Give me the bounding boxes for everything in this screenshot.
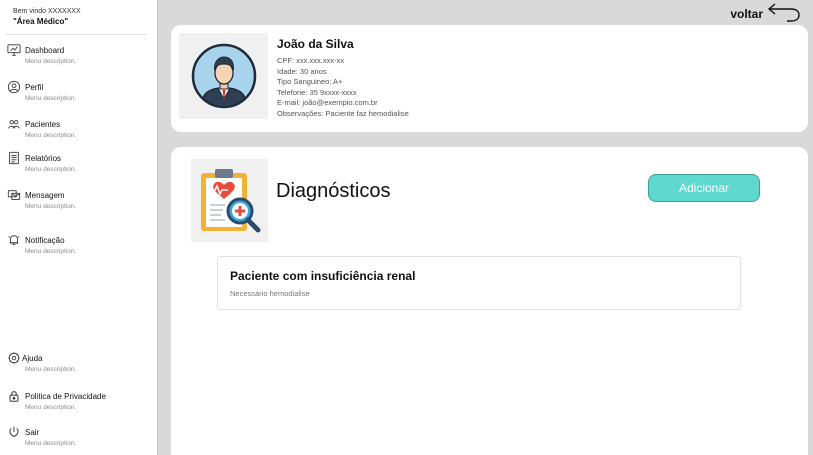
sidebar-item-pacientes[interactable]: Pacientes Menu description. bbox=[6, 116, 154, 144]
welcome-block: Bem vindo XXXXXXX "Área Médico" bbox=[13, 8, 81, 26]
diagnostics-image bbox=[191, 159, 268, 242]
sidebar-item-label: Pacientes bbox=[25, 120, 61, 129]
sidebar-item-ajuda[interactable]: Ajuda Menu description. bbox=[6, 350, 154, 378]
patient-phone: Telefone: 35 9xxxx-xxxx bbox=[277, 87, 357, 97]
help-icon bbox=[6, 350, 22, 366]
dashboard-icon bbox=[6, 42, 22, 58]
sidebar-item-desc: Menu description. bbox=[25, 58, 77, 65]
sidebar-item-desc: Menu description. bbox=[25, 132, 77, 139]
lock-icon bbox=[6, 388, 22, 404]
back-arrow-icon bbox=[767, 1, 801, 28]
back-label: voltar bbox=[730, 7, 763, 21]
sidebar-item-desc: Menu description. bbox=[25, 404, 77, 411]
diagnosis-title: Paciente com insuficiência renal bbox=[230, 269, 416, 283]
diagnostics-card: Diagnósticos Adicionar Paciente com insu… bbox=[171, 147, 808, 455]
message-icon bbox=[6, 187, 22, 203]
welcome-text: Bem vindo XXXXXXX bbox=[13, 8, 81, 15]
sidebar-item-label: Dashboard bbox=[25, 46, 65, 55]
avatar bbox=[179, 33, 268, 119]
sidebar-item-label: Mensagem bbox=[25, 191, 65, 200]
patients-icon bbox=[6, 116, 22, 132]
sidebar-item-label: Notificação bbox=[25, 236, 65, 245]
sidebar-item-relatorios[interactable]: Relatórios Menu description. bbox=[6, 150, 154, 178]
bell-icon bbox=[6, 232, 22, 248]
sidebar-item-desc: Menu description. bbox=[25, 203, 77, 210]
sidebar-item-privacidade[interactable]: Politica de Privacidade Menu description… bbox=[6, 388, 154, 416]
power-icon bbox=[6, 424, 22, 440]
patient-blood-type: Tipo Sanguineo: A+ bbox=[277, 77, 343, 86]
patient-info: João da Silva CPF: xxx.xxx.xxx-xx Idade:… bbox=[277, 37, 409, 119]
clipboard-diagnosis-icon bbox=[200, 168, 260, 232]
add-diagnosis-button[interactable]: Adicionar bbox=[648, 174, 760, 202]
diagnosis-item[interactable]: Paciente com insuficiência renal Necessá… bbox=[217, 256, 741, 310]
diagnosis-description: Necessário hemodialise bbox=[230, 289, 310, 298]
patient-name: João da Silva bbox=[277, 37, 354, 51]
area-title: "Área Médico" bbox=[13, 17, 69, 26]
sidebar-item-dashboard[interactable]: Dashboard Menu description. bbox=[6, 42, 154, 70]
patient-cpf: CPF: xxx.xxx.xxx-xx bbox=[277, 56, 345, 65]
patient-avatar-icon bbox=[191, 43, 256, 109]
sidebar-item-desc: Menu description. bbox=[25, 248, 77, 255]
reports-icon bbox=[6, 150, 22, 166]
sidebar-item-perfil[interactable]: Perfil Menu description. bbox=[6, 79, 154, 107]
sidebar-item-label: Sair bbox=[25, 428, 40, 437]
sidebar-item-desc: Menu description. bbox=[25, 366, 77, 373]
patient-notes: Observações: Paciente faz hemodialise bbox=[277, 108, 409, 118]
sidebar-item-desc: Menu description. bbox=[25, 440, 77, 447]
sidebar-item-mensagem[interactable]: Mensagem Menu description. bbox=[6, 187, 154, 215]
sidebar-item-label: Politica de Privacidade bbox=[25, 392, 106, 401]
sidebar-item-desc: Menu description. bbox=[25, 166, 77, 173]
profile-icon bbox=[6, 79, 22, 95]
patient-card: João da Silva CPF: xxx.xxx.xxx-xx Idade:… bbox=[171, 25, 808, 132]
back-button[interactable]: voltar bbox=[730, 2, 801, 26]
diagnostics-title: Diagnósticos bbox=[276, 180, 391, 202]
divider bbox=[6, 34, 147, 35]
patient-age: Idade: 30 anos bbox=[277, 66, 327, 76]
sidebar-item-label: Ajuda bbox=[22, 354, 43, 363]
sidebar-item-desc: Menu description. bbox=[25, 95, 77, 102]
sidebar-item-sair[interactable]: Sair Menu description. bbox=[6, 424, 154, 452]
sidebar-item-label: Perfil bbox=[25, 83, 44, 92]
sidebar: Bem vindo XXXXXXX "Área Médico" Dashboar… bbox=[0, 0, 158, 455]
patient-email: E-mail: joão@exempio.com.br bbox=[277, 98, 378, 107]
sidebar-item-label: Relatórios bbox=[25, 154, 62, 163]
sidebar-item-notificacao[interactable]: Notificação Menu description. bbox=[6, 232, 154, 260]
